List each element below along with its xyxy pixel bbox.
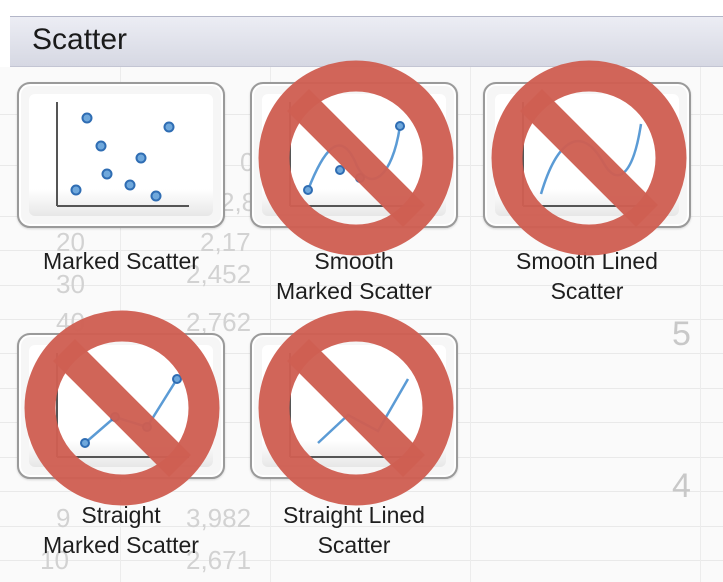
smooth-lined-scatter-label: Smooth Lined Scatter — [516, 248, 658, 304]
top-band — [0, 0, 723, 16]
straight-marked-scatter-icon — [56, 353, 189, 458]
smooth-lined-scatter-button[interactable] — [483, 82, 691, 228]
smooth-marked-scatter-button[interactable] — [250, 82, 458, 228]
straight-marked-scatter-button[interactable] — [17, 333, 225, 479]
smooth-marked-scatter-label: Smooth Marked Scatter — [276, 248, 432, 304]
marked-scatter-button[interactable] — [17, 82, 225, 228]
straight-lined-scatter-icon — [289, 353, 422, 458]
smooth-marked-scatter-icon — [289, 102, 422, 207]
straight-lined-scatter-button[interactable] — [250, 333, 458, 479]
sheet-cell: 5 — [672, 315, 691, 353]
scatter-section-header: Scatter — [10, 16, 723, 67]
section-title: Scatter — [32, 23, 128, 56]
smooth-lined-scatter-icon — [522, 102, 655, 207]
marked-scatter-icon — [56, 102, 189, 207]
straight-marked-scatter-label: Straight Marked Scatter — [43, 502, 199, 558]
sheet-cell: 4 — [672, 467, 691, 505]
straight-lined-scatter-label: Straight Lined Scatter — [283, 502, 425, 558]
marked-scatter-label: Marked Scatter — [43, 248, 199, 274]
